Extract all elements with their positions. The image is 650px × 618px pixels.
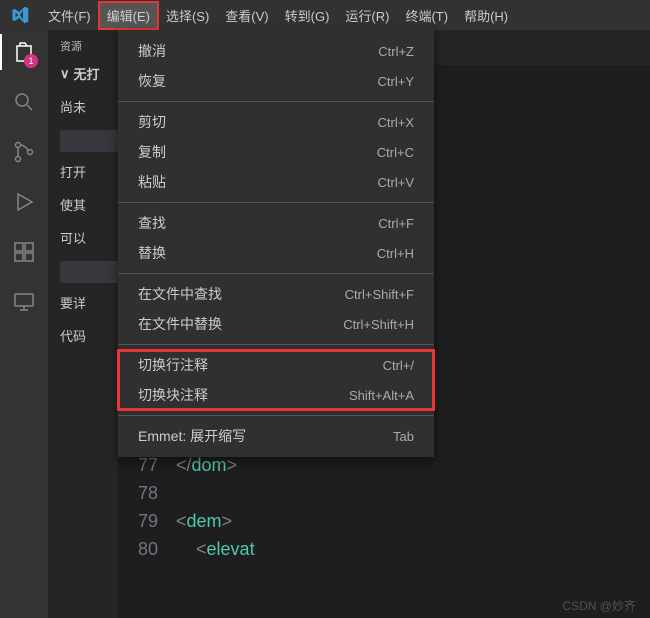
menu-item[interactable]: 粘贴 Ctrl+V <box>118 167 434 197</box>
menubar-item[interactable]: 编辑(E) <box>99 2 158 29</box>
sidebar-text: 要详 <box>60 293 118 312</box>
run-debug-icon[interactable] <box>10 188 38 216</box>
menu-item[interactable]: 在文件中替换 Ctrl+Shift+H <box>118 309 434 339</box>
sidebar-text: 尚未 <box>60 97 118 116</box>
sidebar-title: 资源 <box>60 38 118 54</box>
menu-item-label: 在文件中查找 <box>138 284 222 304</box>
menubar-item[interactable]: 帮助(H) <box>456 2 516 29</box>
menu-item-shortcut: Ctrl+Z <box>378 44 414 59</box>
menu-item-label: 切换块注释 <box>138 385 208 405</box>
sidebar-folder-label: 无打 <box>74 64 100 83</box>
sidebar-button[interactable] <box>60 130 118 152</box>
menubar-item[interactable]: 转到(G) <box>277 2 338 29</box>
sidebar-text: 使其 <box>60 195 118 214</box>
menu-item-label: 切换行注释 <box>138 355 208 375</box>
menu-separator <box>118 101 434 102</box>
sidebar-text: 打开 <box>60 162 118 181</box>
menu-item-label: 剪切 <box>138 112 166 132</box>
activity-bar: 1 <box>0 30 48 618</box>
menu-item[interactable]: 撤消 Ctrl+Z <box>118 36 434 66</box>
app-logo <box>8 3 32 27</box>
menu-item-label: 查找 <box>138 213 166 233</box>
explorer-icon[interactable]: 1 <box>10 38 38 66</box>
menubar-item[interactable]: 终端(T) <box>397 2 456 29</box>
menu-item-shortcut: Ctrl+Shift+H <box>343 317 414 332</box>
menu-item-shortcut: Ctrl+F <box>378 216 414 231</box>
sidebar: 资源 ∨ 无打 尚未 打开 使其 可以 要详 代码 <box>48 30 118 618</box>
menu-item-shortcut: Ctrl+X <box>378 115 414 130</box>
menu-item[interactable]: 查找 Ctrl+F <box>118 208 434 238</box>
menu-item-label: 在文件中替换 <box>138 314 222 334</box>
menu-item-label: Emmet: 展开缩写 <box>138 426 246 446</box>
menubar-item[interactable]: 选择(S) <box>158 2 217 29</box>
sidebar-text: 代码 <box>60 326 118 345</box>
menu-item[interactable]: 剪切 Ctrl+X <box>118 107 434 137</box>
menu-item[interactable]: 切换行注释 Ctrl+/ <box>118 350 434 380</box>
menubar-item[interactable]: 查看(V) <box>217 2 276 29</box>
edit-menu-dropdown: 撤消 Ctrl+Z 恢复 Ctrl+Y 剪切 Ctrl+X 复制 Ctrl+C 粘贴 Ctrl+V… <box>118 30 434 457</box>
menu-item-label: 替换 <box>138 243 166 263</box>
menu-item-label: 复制 <box>138 142 166 162</box>
menubar-item[interactable]: 运行(R) <box>337 2 397 29</box>
menubar-item[interactable]: 文件(F) <box>40 2 99 29</box>
menu-item-shortcut: Tab <box>393 429 414 444</box>
menu-separator <box>118 273 434 274</box>
menu-separator <box>118 344 434 345</box>
menu-item-shortcut: Ctrl+H <box>377 246 414 261</box>
extensions-icon[interactable] <box>10 238 38 266</box>
chevron-down-icon: ∨ <box>60 66 70 82</box>
menu-item-shortcut: Ctrl+C <box>377 145 414 160</box>
source-control-icon[interactable] <box>10 138 38 166</box>
menu-item[interactable]: 复制 Ctrl+C <box>118 137 434 167</box>
explorer-badge: 1 <box>24 54 38 68</box>
menu-item[interactable]: 切换块注释 Shift+Alt+A <box>118 380 434 410</box>
sidebar-button[interactable] <box>60 261 118 283</box>
menu-item[interactable]: 恢复 Ctrl+Y <box>118 66 434 96</box>
menu-item-shortcut: Ctrl+V <box>378 175 414 190</box>
menu-item-shortcut: Shift+Alt+A <box>349 388 414 403</box>
menu-item[interactable]: Emmet: 展开缩写 Tab <box>118 421 434 451</box>
menu-item-label: 恢复 <box>138 71 166 91</box>
menu-item[interactable]: 替换 Ctrl+H <box>118 238 434 268</box>
menu-item-label: 粘贴 <box>138 172 166 192</box>
menu-item[interactable]: 在文件中查找 Ctrl+Shift+F <box>118 279 434 309</box>
menu-item-shortcut: Ctrl+Y <box>378 74 414 89</box>
search-icon[interactable] <box>10 88 38 116</box>
menu-item-label: 撤消 <box>138 41 166 61</box>
menu-separator <box>118 415 434 416</box>
menu-item-shortcut: Ctrl+/ <box>383 358 414 373</box>
menu-separator <box>118 202 434 203</box>
remote-icon[interactable] <box>10 288 38 316</box>
menu-item-shortcut: Ctrl+Shift+F <box>345 287 414 302</box>
sidebar-folder[interactable]: ∨ 无打 <box>60 64 118 83</box>
sidebar-text: 可以 <box>60 228 118 247</box>
watermark: CSDN @妙齐 <box>562 597 636 614</box>
